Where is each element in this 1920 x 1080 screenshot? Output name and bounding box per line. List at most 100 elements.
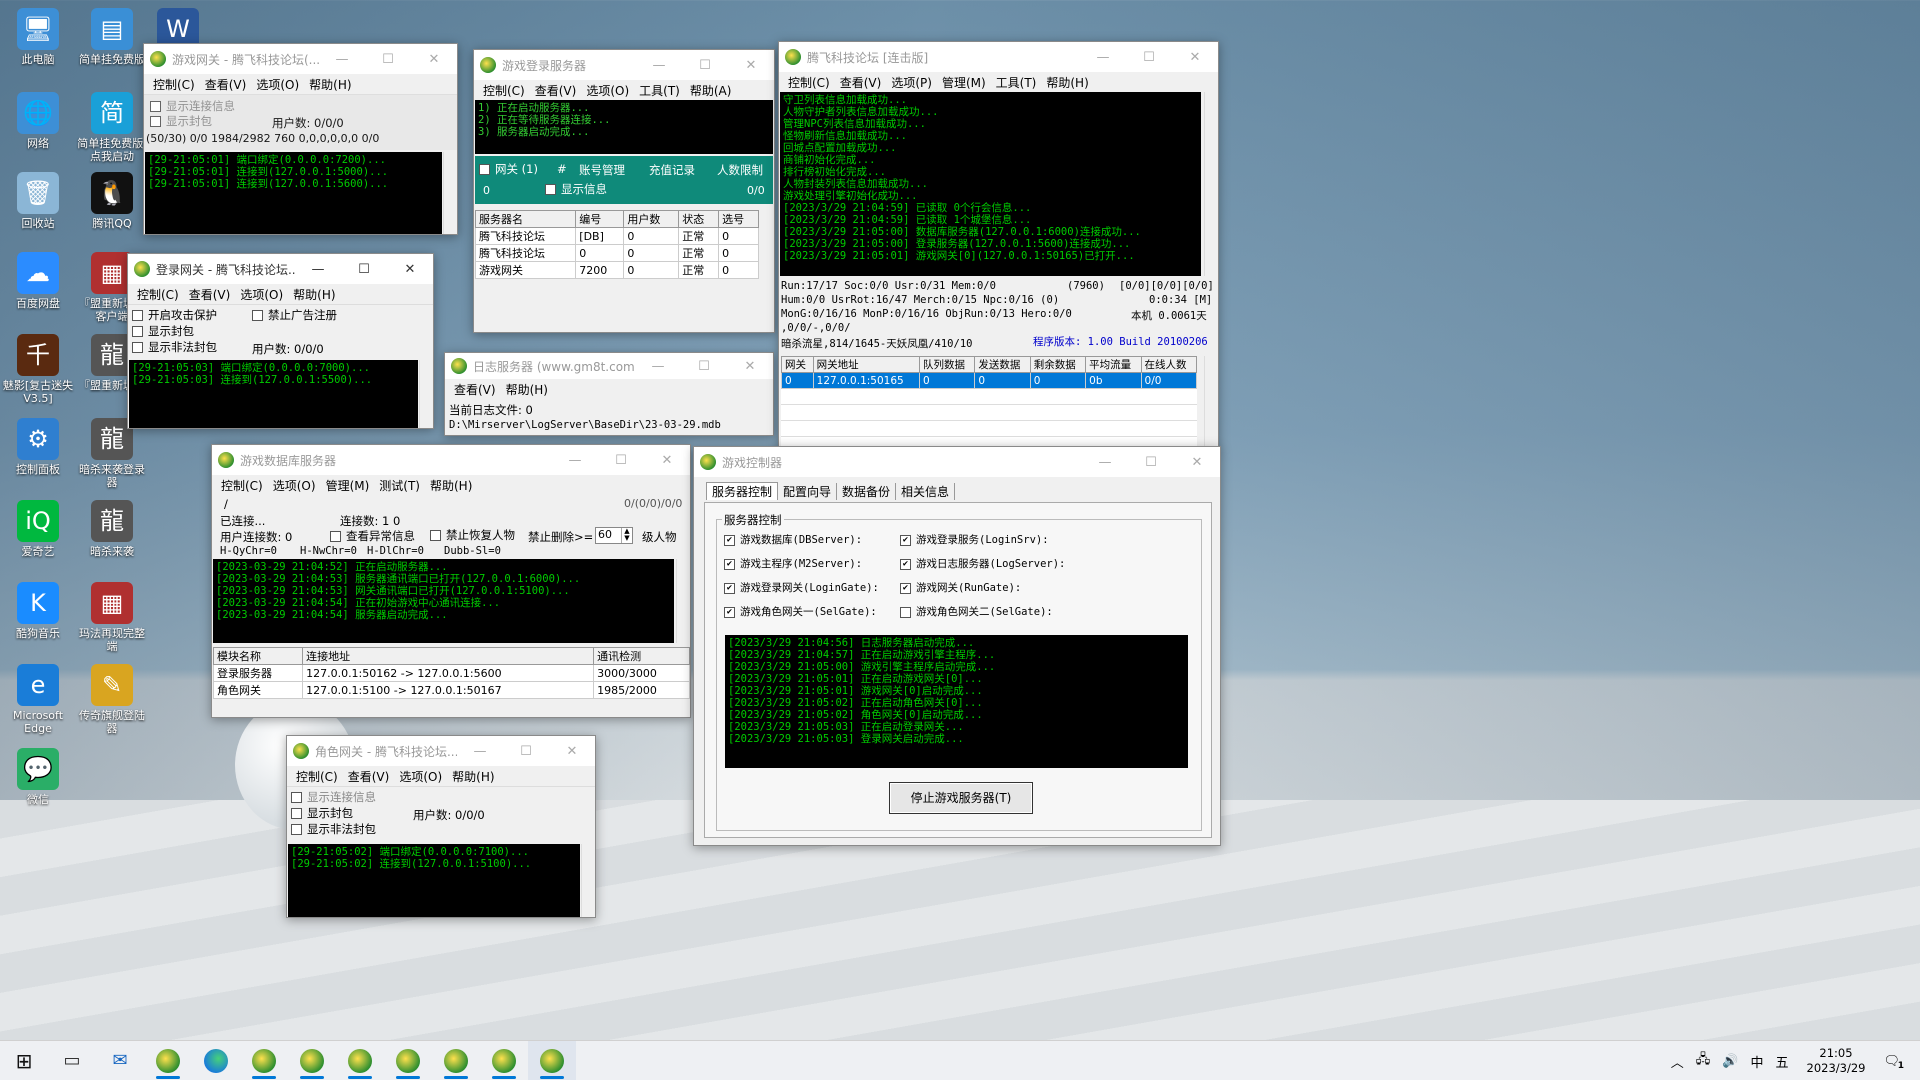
delete-level-stepper[interactable]: 60 ▲ ▼ (595, 527, 633, 544)
minimize-button[interactable]: — (1080, 42, 1126, 72)
table-row[interactable]: 登录服务器 127.0.0.1:50162 -> 127.0.0.1:5600 30… (212, 664, 690, 682)
table-row[interactable]: 角色网关 127.0.0.1:5100 -> 127.0.0.1:50167 198… (212, 681, 690, 699)
taskbar-app-edge[interactable] (192, 1041, 240, 1080)
minimize-button[interactable]: — (552, 445, 598, 475)
menu-item[interactable]: 帮助(H) (447, 768, 499, 785)
column-header[interactable]: 用户数 (623, 210, 680, 228)
desktop-icon[interactable]: 🐧 腾讯QQ (74, 172, 150, 230)
minimize-button[interactable]: — (319, 44, 365, 74)
column-header[interactable]: 状态 (678, 210, 720, 228)
stop-server-button[interactable]: 停止游戏服务器(T) (889, 782, 1033, 814)
show-illegal-packet-checkbox[interactable]: 显示非法封包 (291, 822, 376, 837)
network-icon[interactable]: 🖧 (1690, 1050, 1717, 1072)
column-header[interactable]: 服务器名 (474, 210, 577, 228)
block-ad-register-checkbox[interactable]: 禁止广告注册 (252, 308, 337, 323)
desktop-icon[interactable]: ▦ 玛法再现完整端 (74, 582, 150, 653)
desktop-icon[interactable]: 💬 微信 (0, 748, 76, 806)
desktop-icon[interactable]: 龍暗杀来袭 (74, 500, 150, 558)
scrollbar[interactable] (676, 559, 690, 643)
login-server-window[interactable]: 游戏登录服务器 — ☐ ✕ 控制(C) 查看(V) 选项(O) 工具(T) 帮助(A) 1) … (473, 49, 775, 333)
maximize-button[interactable]: ☐ (503, 736, 549, 766)
maximize-button[interactable]: ☐ (341, 254, 387, 284)
close-button[interactable]: ✕ (727, 353, 773, 379)
desktop-icon[interactable]: iQ 爱奇艺 (0, 500, 76, 558)
volume-icon[interactable]: 🔊 (1716, 1054, 1744, 1069)
menu-item[interactable]: 帮助(H) (1041, 74, 1093, 91)
column-header[interactable]: 队列数据 (918, 356, 976, 373)
maximize-button[interactable]: ☐ (682, 50, 728, 80)
menu-item[interactable]: 帮助(H) (501, 381, 553, 398)
taskbar-app-game[interactable] (384, 1041, 432, 1080)
maximize-button[interactable]: ☐ (598, 445, 644, 475)
desktop-icon[interactable]: ⚙ 控制面板 (0, 418, 76, 476)
menu-item[interactable]: 查看(V) (200, 76, 252, 93)
scrollbar[interactable] (443, 152, 457, 234)
column-header[interactable]: 编号 (575, 210, 625, 228)
login-gate-window[interactable]: 登录网关 - 腾飞科技论坛... — ☐ ✕ 控制(C) 查看(V) 选项(O) 帮助(H)… (127, 253, 434, 429)
scrollbar[interactable] (1204, 356, 1218, 448)
maximize-button[interactable]: ☐ (365, 44, 411, 74)
show-illegal-packet-checkbox[interactable]: 显示非法封包 (132, 340, 217, 355)
table-row[interactable]: 腾飞科技论坛 [DB] 0 正常 0 (474, 227, 759, 245)
show-packet-checkbox[interactable]: 显示封包 (150, 114, 212, 129)
taskbar-app-game[interactable] (336, 1041, 384, 1080)
maximize-button[interactable]: ☐ (1126, 42, 1172, 72)
menu-item[interactable]: 选项(O) (268, 477, 321, 494)
game-gate-window[interactable]: 游戏网关 - 腾飞科技论坛(... — ☐ ✕ 控制(C) 查看(V) 选项(O) 帮助(H… (143, 43, 458, 235)
show-info-checkbox[interactable]: 显示信息 (545, 182, 607, 197)
tab-recharge[interactable]: 充值记录 (649, 162, 695, 178)
tab-limit[interactable]: 人数限制 (717, 162, 763, 178)
table-row[interactable]: 0 127.0.0.1:50165 0 0 0 0b 0/0 (781, 372, 1198, 389)
menu-item[interactable]: 管理(M) (937, 74, 991, 91)
close-button[interactable]: ✕ (387, 254, 433, 284)
ime-indicator[interactable]: 中 (1744, 1052, 1769, 1071)
minimize-button[interactable]: — (635, 353, 681, 379)
menu-item[interactable]: 查看(V) (343, 768, 395, 785)
close-button[interactable]: ✕ (728, 50, 774, 80)
taskbar-app-game[interactable] (240, 1041, 288, 1080)
close-button[interactable]: ✕ (411, 44, 457, 74)
menu-item[interactable]: 控制(C) (478, 82, 530, 99)
column-header[interactable]: 在线人数 (1140, 356, 1198, 373)
menu-item[interactable]: 控制(C) (216, 477, 268, 494)
taskbar-app-game[interactable] (144, 1041, 192, 1080)
menu-item[interactable]: 查看(V) (449, 381, 501, 398)
minimize-button[interactable]: — (457, 736, 503, 766)
selgate1-checkbox[interactable]: 游戏角色网关一(SelGate): (724, 605, 877, 620)
loginsrv-checkbox[interactable]: 游戏登录服务(LoginSrv): (900, 533, 1049, 548)
desktop-icon[interactable]: 简简单挂免费版,点我启动 (74, 92, 150, 163)
table-row[interactable]: 游戏网关 7200 0 正常 0 (474, 261, 759, 279)
mail-app-button[interactable]: ✉ (96, 1041, 144, 1080)
menu-item[interactable]: 工具(T) (991, 74, 1042, 91)
task-view-button[interactable]: ▭ (48, 1041, 96, 1080)
chevron-up-icon[interactable]: ︿ (1665, 1052, 1690, 1071)
menu-item[interactable]: 帮助(H) (304, 76, 356, 93)
show-connection-checkbox[interactable]: 显示连接信息 (150, 99, 235, 114)
desktop-icon[interactable]: K 酷狗音乐 (0, 582, 76, 640)
menu-item[interactable]: 查看(V) (530, 82, 582, 99)
menu-item[interactable]: 控制(C) (783, 74, 835, 91)
menu-item[interactable]: 帮助(A) (685, 82, 737, 99)
desktop-icon[interactable]: 🌐 网络 (0, 92, 76, 150)
clock[interactable]: 21:05 2023/3/29 (1795, 1046, 1878, 1076)
dbserver-checkbox[interactable]: 游戏数据库(DBServer): (724, 533, 862, 548)
menu-item[interactable]: 控制(C) (148, 76, 200, 93)
menu-item[interactable]: 测试(T) (374, 477, 425, 494)
desktop-icon[interactable]: e Microsoft Edge (0, 664, 76, 735)
column-header[interactable]: 平均流量 (1085, 356, 1142, 373)
scrollbar[interactable] (1204, 92, 1218, 276)
column-header[interactable]: 网关地址 (812, 356, 920, 373)
close-button[interactable]: ✕ (644, 445, 690, 475)
column-header[interactable]: 选号 (718, 210, 759, 228)
close-button[interactable]: ✕ (1172, 42, 1218, 72)
tab-server-control[interactable]: 服务器控制 (706, 482, 779, 500)
logserver-checkbox[interactable]: 游戏日志服务器(LogServer): (900, 557, 1065, 572)
scrollbar[interactable] (419, 360, 433, 428)
desktop-icon[interactable]: 千魅影[复古迷失V3.5] (0, 334, 76, 405)
menu-item[interactable]: 工具(T) (634, 82, 685, 99)
main-server-window[interactable]: 腾飞科技论坛 [连击版] — ☐ ✕ 控制(C) 查看(V) 选项(P) 管理(M) 工具(T… (778, 41, 1219, 449)
char-gate-window[interactable]: 角色网关 - 腾飞科技论坛... — ☐ ✕ 控制(C) 查看(V) 选项(O) 帮助(H)… (286, 735, 596, 918)
table-row[interactable]: 腾飞科技论坛 0 0 正常 0 (474, 244, 759, 262)
close-button[interactable]: ✕ (549, 736, 595, 766)
selgate2-checkbox[interactable]: 游戏角色网关二(SelGate): (900, 605, 1053, 620)
